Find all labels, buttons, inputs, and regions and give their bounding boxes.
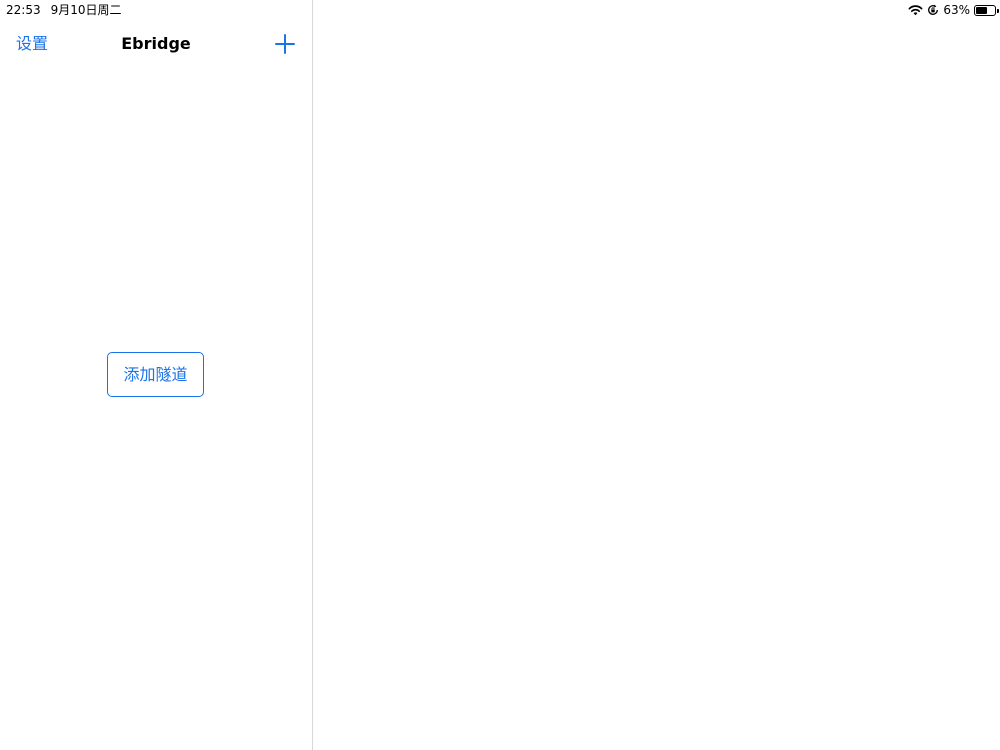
- screen-rotation-lock-icon: [928, 4, 939, 15]
- add-button[interactable]: [274, 33, 296, 55]
- status-time: 22:53: [6, 3, 41, 17]
- battery-nub: [997, 8, 999, 13]
- battery-percent: 63%: [943, 3, 970, 17]
- status-left: 22:53 9月10日周二: [6, 2, 122, 18]
- battery-level-fill: [976, 6, 987, 14]
- page-title: Ebridge: [121, 34, 191, 53]
- plus-icon: [275, 34, 295, 54]
- add-tunnel-button[interactable]: 添加隧道: [107, 352, 204, 397]
- status-bar: 22:53 9月10日周二 63%: [0, 0, 1000, 20]
- status-date: 9月10日周二: [50, 3, 122, 17]
- battery-icon: [974, 4, 999, 16]
- wifi-icon: [908, 5, 923, 16]
- sidebar: 设置 Ebridge 添加隧道: [0, 0, 313, 750]
- detail-pane: [313, 0, 1000, 750]
- navigation-bar: 设置 Ebridge: [0, 26, 312, 62]
- screen: 设置 Ebridge 添加隧道 22:53 9月10日周二 63%: [0, 0, 1000, 750]
- status-right: 63%: [908, 2, 999, 18]
